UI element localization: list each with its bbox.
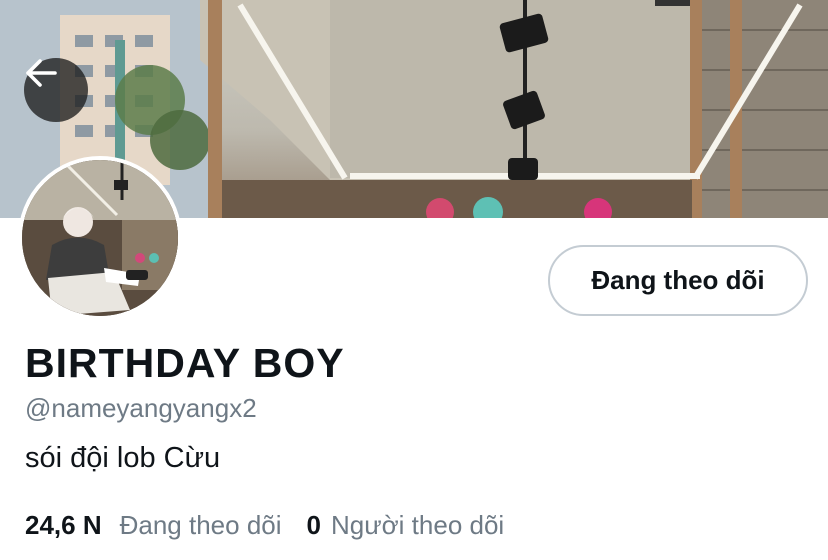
avatar[interactable]	[18, 156, 182, 320]
display-name: BIRTHDAY BOY	[25, 340, 345, 386]
following-button[interactable]: Đang theo dõi	[548, 245, 808, 316]
followers-stat-link[interactable]: 0 Người theo dõi	[307, 510, 505, 541]
following-label: Đang theo dõi	[119, 510, 282, 540]
followers-count: 0	[306, 510, 321, 540]
profile-stats: 24,6 N Đang theo dõi 0 Người theo dõi	[25, 510, 504, 541]
back-button[interactable]	[24, 58, 88, 122]
username-handle: @nameyangyangx2	[25, 393, 257, 423]
following-count: 24,6 N	[25, 510, 102, 540]
following-stat-link[interactable]: 24,6 N Đang theo dõi	[25, 510, 282, 541]
avatar-image	[22, 160, 178, 316]
arrow-left-icon	[26, 59, 57, 87]
profile-bio: sói đội lob Cừu	[25, 442, 221, 474]
followers-label: Người theo dõi	[330, 510, 505, 540]
